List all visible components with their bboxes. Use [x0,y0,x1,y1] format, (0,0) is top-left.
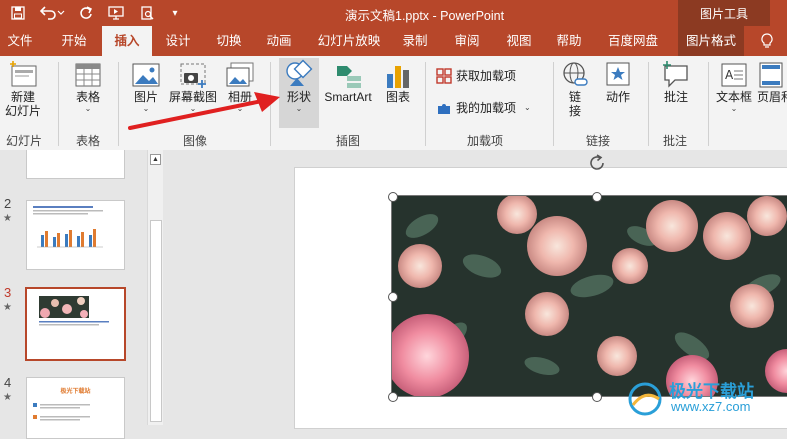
slide-number: 4 [4,375,12,390]
slide-3-preview [39,296,109,326]
resize-handle-bottom-left[interactable] [388,392,398,402]
scroll-up-icon[interactable]: ▲ [150,154,161,165]
slide-thumbnail-2[interactable] [26,200,125,270]
slide-thumbnail-pane: 2 ★ 3 ★ 4 ★ 极光下载站 [0,150,147,439]
slide-2-preview [33,206,103,248]
watermark-url: www.xz7.com [671,399,751,414]
animation-star-icon: ★ [3,392,12,403]
animation-star-icon: ★ [3,213,12,224]
animation-star-icon: ★ [3,302,12,313]
slide-thumbnail-3[interactable] [25,287,126,361]
scrollbar-thumb[interactable] [150,220,162,422]
slide-number: 3 [4,285,12,300]
resize-handle-bottom[interactable] [592,392,602,402]
slide-thumbnail-4[interactable]: 极光下载站 [26,377,125,439]
resize-handle-top[interactable] [592,192,602,202]
resize-handle-left[interactable] [388,292,398,302]
rotate-handle-icon[interactable] [586,152,608,174]
slide-thumbnail-1[interactable] [26,150,125,179]
watermark-logo: 极光下载站 www.xz7.com [625,375,785,423]
rose-photo [392,196,787,396]
selected-picture[interactable] [391,195,787,397]
slide-number: 2 [4,196,12,211]
slide-4-title: 极光下载站 [60,389,91,395]
thumbnail-scrollbar[interactable]: ▲ [147,150,163,425]
resize-handle-top-left[interactable] [388,192,398,202]
slide-4-preview [33,403,90,421]
watermark-icon [628,382,662,416]
